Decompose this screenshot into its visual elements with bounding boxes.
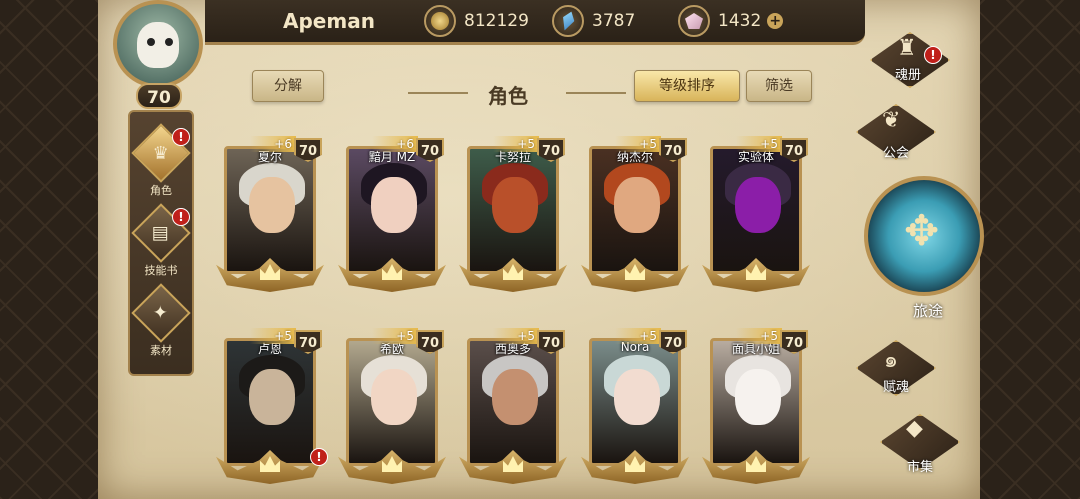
hero-face [249,177,295,233]
hero-card[interactable]: 西奥多 +5 70 [459,328,567,492]
gem-value: 1432 [718,11,762,31]
hero-face [371,177,417,233]
nav-character[interactable]: ♛ 角色 ! [130,123,192,198]
hero-enhance-level: +6 [250,136,296,152]
hero-card[interactable]: 卢恩 +5 70 ! [216,328,328,492]
sort-by-level-button[interactable]: 等级排序 [634,70,740,102]
alert-badge: ! [172,208,190,226]
hero-card[interactable]: 纳杰尔 +5 70 [581,136,689,300]
gold-value: 812129 [464,11,529,31]
nav-label: 角色 [150,184,172,197]
avatar-face [137,22,179,68]
hero-enhance-level: +5 [493,328,539,344]
gold-coin-icon [424,5,456,37]
material-icon: ✦ [131,283,191,343]
left-nav: ♛ 角色 ! ▤ 技能书 ! ✦ 素材 [128,110,194,376]
soul-infuse-icon: ๑ [884,348,898,373]
hero-enhance-level: +5 [250,328,296,344]
nav-label: 素材 [150,344,172,357]
pink-gem-icon [678,5,710,37]
hero-portrait [710,338,802,466]
hero-face [614,177,660,233]
hero-enhance-level: +5 [615,328,661,344]
crystal-currency[interactable]: 3787 [552,4,635,38]
market-icon: ◆ [906,416,923,441]
hero-portrait [589,146,681,274]
hero-card[interactable]: 卡努拉 +5 70 [459,136,567,300]
player-level-badge: 70 [136,83,182,109]
soul-book-label: 魂册 [894,68,921,83]
hero-card[interactable]: 实验体 +5 70 [702,136,810,300]
hero-card[interactable]: 夏尔 +6 70 [216,136,324,300]
hero-portrait [346,146,438,274]
hero-enhance-level: +5 [736,136,782,152]
hero-portrait [710,146,802,274]
hero-portrait [589,338,681,466]
filter-button[interactable]: 筛选 [746,70,812,102]
title-ornament [566,92,626,94]
alert-badge: ! [924,46,942,64]
player-name: Apeman [283,9,375,33]
hero-face [492,369,538,425]
hero-face [249,369,295,425]
guild-icon: ❦ [882,108,901,133]
journey-label: 旅途 [912,302,943,320]
nav-skill-book[interactable]: ▤ 技能书 ! [130,203,192,278]
player-avatar[interactable] [113,0,203,88]
gold-currency[interactable]: 812129 [424,4,529,38]
avatar-eye [147,38,155,46]
alert-badge: ! [310,448,328,466]
market-label: 市集 [906,460,933,475]
hero-enhance-level: +5 [615,136,661,152]
blue-crystal-icon [552,5,584,37]
alert-badge: ! [172,128,190,146]
hero-face [614,369,660,425]
hero-enhance-level: +5 [372,328,418,344]
decompose-button[interactable]: 分解 [252,70,324,102]
avatar-eye [165,38,173,46]
hero-face [371,369,417,425]
hero-portrait [346,338,438,466]
nav-label: 技能书 [144,264,178,277]
hero-card[interactable]: Nora +5 70 [581,328,689,492]
journey-icon: ✥ [904,206,940,255]
crystal-value: 3787 [592,11,636,31]
hero-card[interactable]: 希欧 +5 70 [338,328,446,492]
hero-enhance-level: +6 [372,136,418,152]
add-gem-button[interactable]: + [767,13,784,29]
hero-portrait [224,338,316,466]
hero-face [735,177,781,233]
guild-label: 公会 [882,146,909,161]
hero-portrait [467,146,559,274]
hero-face [735,369,781,425]
hero-enhance-level: +5 [736,328,782,344]
journey-button[interactable]: ✥ [864,176,984,296]
hero-face [492,177,538,233]
soul-infuse-label: 赋魂 [882,380,909,395]
hero-portrait [467,338,559,466]
page-title: 角色 [488,84,528,108]
soul-book-icon: ♜ [897,36,917,61]
title-ornament [408,92,468,94]
hero-card[interactable]: 面具小姐 +5 70 [702,328,810,492]
hero-card[interactable]: 黯月 MZ +6 70 [338,136,446,300]
nav-material[interactable]: ✦ 素材 [130,283,192,358]
hero-enhance-level: +5 [493,136,539,152]
gem-currency[interactable]: 1432 + [678,4,784,38]
hero-portrait [224,146,316,274]
